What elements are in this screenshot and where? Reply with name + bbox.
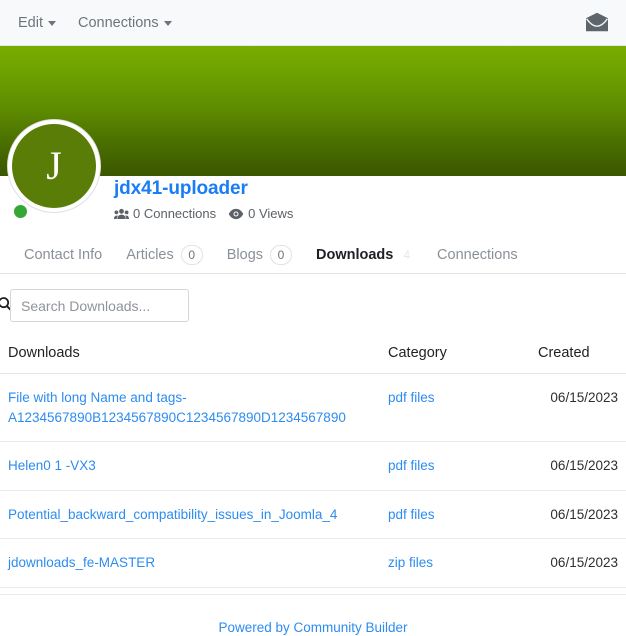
avatar[interactable]: J xyxy=(8,120,100,212)
identity-text: jdx41-uploader 0 Connections 0 Views xyxy=(114,178,293,221)
stat-connections: 0 Connections xyxy=(114,206,216,221)
downloads-table: Downloads Category Created File with lon… xyxy=(0,336,626,588)
chevron-down-icon xyxy=(48,21,56,26)
tab-articles[interactable]: Articles 0 xyxy=(114,236,215,273)
downloads-table-body: File with long Name and tags-A1234567890… xyxy=(0,373,626,588)
avatar-initial: J xyxy=(46,143,62,188)
menu-item-connections-label: Connections xyxy=(78,14,159,31)
tab-blogs-label: Blogs xyxy=(226,246,264,263)
cell-category: zip files xyxy=(380,538,530,588)
table-header-row: Downloads Category Created xyxy=(0,336,626,374)
cell-category: pdf files xyxy=(380,441,530,491)
tab-articles-label: Articles xyxy=(126,246,174,263)
table-row: Potential_backward_compatibility_issues_… xyxy=(0,490,626,540)
table-row: jdownloads_fe-MASTER zip files 06/15/202… xyxy=(0,538,626,588)
cell-category: pdf files xyxy=(380,373,530,443)
username-link[interactable]: jdx41-uploader xyxy=(114,178,248,200)
cell-download-name: Potential_backward_compatibility_issues_… xyxy=(0,490,380,540)
cell-category: pdf files xyxy=(380,490,530,540)
tab-downloads[interactable]: Downloads 4 xyxy=(304,236,425,273)
table-row: File with long Name and tags-A1234567890… xyxy=(0,373,626,443)
cell-download-name: Helen0 1 -VX3 xyxy=(0,441,380,491)
profile-tabs: Contact Info Articles 0 Blogs 0 Download… xyxy=(0,236,626,274)
avatar-wrapper: J xyxy=(8,120,100,218)
menu-item-connections[interactable]: Connections xyxy=(78,15,172,31)
column-header-downloads[interactable]: Downloads xyxy=(0,336,380,374)
page-footer: Powered by Community Builder xyxy=(0,593,626,635)
download-link[interactable]: Helen0 1 -VX3 xyxy=(8,458,96,473)
tab-blogs[interactable]: Blogs 0 xyxy=(215,236,304,273)
cell-download-name: jdownloads_fe-MASTER xyxy=(0,538,380,588)
tab-contact-info-label: Contact Info xyxy=(24,246,103,263)
cell-created: 06/15/2023 xyxy=(530,373,626,443)
online-status-dot xyxy=(14,205,27,218)
tab-blogs-badge: 0 xyxy=(270,244,293,265)
users-icon xyxy=(114,208,129,219)
stat-views-label: 0 Views xyxy=(248,206,294,221)
table-row: Helen0 1 -VX3 pdf files 06/15/2023 xyxy=(0,441,626,491)
powered-by-link[interactable]: Powered by Community Builder xyxy=(218,620,407,635)
download-link[interactable]: File with long Name and tags-A1234567890… xyxy=(8,390,346,425)
tab-downloads-badge: 4 xyxy=(403,247,411,262)
tab-downloads-label: Downloads xyxy=(316,246,394,263)
messages-button[interactable] xyxy=(582,10,612,36)
tab-articles-badge: 0 xyxy=(180,244,203,265)
category-link[interactable]: pdf files xyxy=(388,390,435,405)
cell-created: 06/15/2023 xyxy=(530,538,626,588)
tab-connections-label: Connections xyxy=(437,246,518,263)
category-link[interactable]: pdf files xyxy=(388,507,435,522)
column-header-created[interactable]: Created xyxy=(530,336,626,374)
cell-created: 06/15/2023 xyxy=(530,441,626,491)
downloads-table-head: Downloads Category Created xyxy=(0,336,626,374)
menu-item-edit[interactable]: Edit xyxy=(18,15,56,31)
download-link[interactable]: Potential_backward_compatibility_issues_… xyxy=(8,507,337,522)
search-input[interactable] xyxy=(10,289,189,322)
top-toolbar: Edit Connections xyxy=(0,0,626,46)
tab-contact-info[interactable]: Contact Info xyxy=(12,236,114,273)
envelope-icon xyxy=(586,12,608,32)
eye-icon xyxy=(228,208,244,219)
menu-item-edit-label: Edit xyxy=(18,14,43,31)
toolbar-menu-group: Edit Connections xyxy=(18,15,172,31)
profile-stats: 0 Connections 0 Views xyxy=(114,206,293,221)
profile-identity: J jdx41-uploader 0 Connections 0 Views xyxy=(0,120,626,236)
category-link[interactable]: pdf files xyxy=(388,458,435,473)
download-link[interactable]: jdownloads_fe-MASTER xyxy=(8,555,155,570)
tab-connections[interactable]: Connections xyxy=(425,236,530,273)
category-link[interactable]: zip files xyxy=(388,555,433,570)
cell-created: 06/15/2023 xyxy=(530,490,626,540)
search-area xyxy=(0,274,626,336)
stat-connections-label: 0 Connections xyxy=(133,206,217,221)
chevron-down-icon xyxy=(163,21,172,26)
stat-views: 0 Views xyxy=(228,206,293,221)
column-header-category[interactable]: Category xyxy=(380,336,530,374)
cell-download-name: File with long Name and tags-A1234567890… xyxy=(0,373,380,443)
